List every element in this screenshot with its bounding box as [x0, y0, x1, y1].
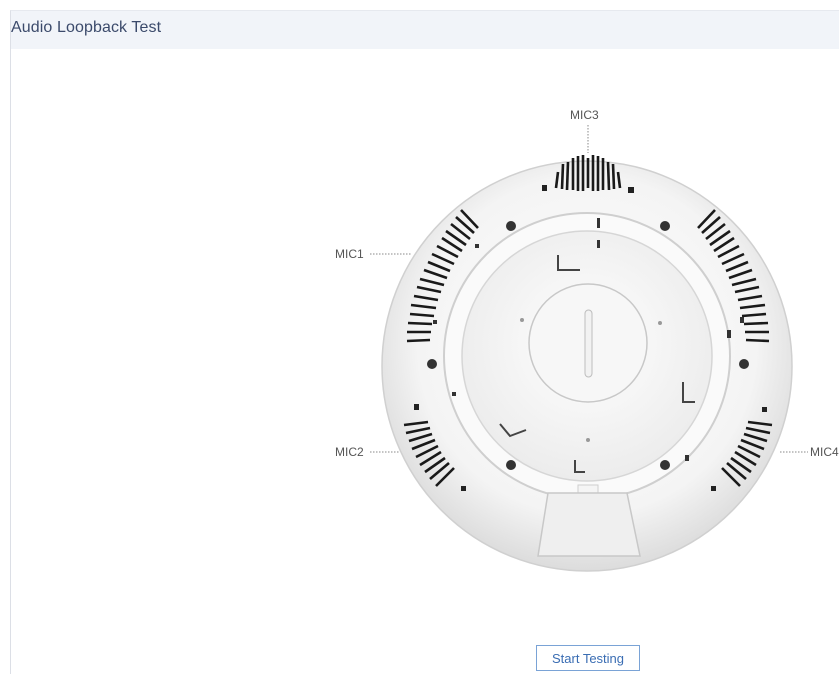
start-testing-button[interactable]: Start Testing	[536, 645, 640, 671]
panel-header: Audio Loopback Test	[11, 11, 839, 49]
audio-loopback-panel: Audio Loopback Test	[10, 10, 839, 674]
panel-title: Audio Loopback Test	[11, 19, 162, 36]
